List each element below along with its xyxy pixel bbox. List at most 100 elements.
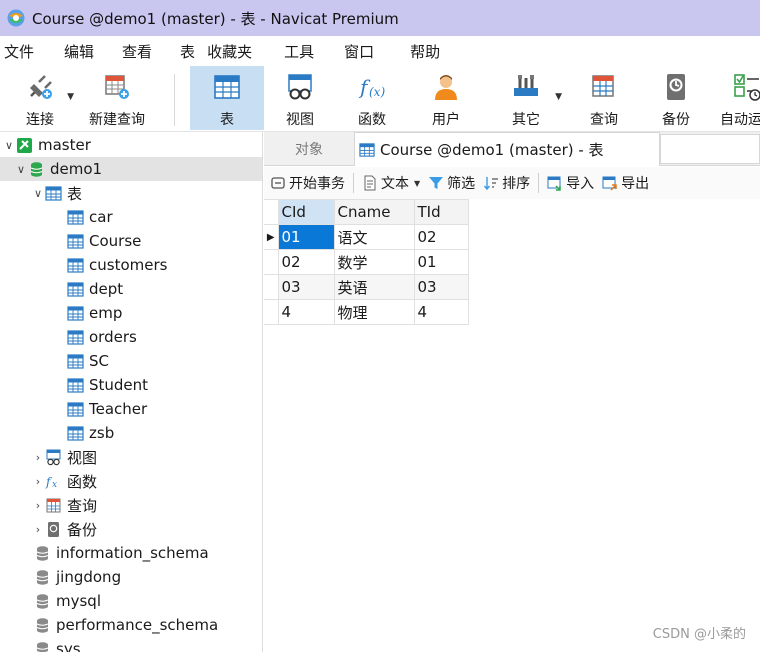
tree-group-functions[interactable]: › f x 函数 [0, 469, 262, 493]
chevron-down-icon[interactable]: ▼ [555, 92, 562, 102]
tree-table-customers[interactable]: customers [0, 253, 262, 277]
tree-group-queries[interactable]: › 查询 [0, 493, 262, 517]
grid-cell[interactable]: 4 [277, 299, 335, 325]
tree-table-zsb[interactable]: zsb [0, 421, 262, 445]
tree-group-backups[interactable]: › 备份 [0, 517, 262, 541]
table-label: 表 [220, 112, 234, 128]
database-icon [36, 593, 49, 609]
table-button[interactable]: 表 [190, 66, 264, 130]
tree-table-sc[interactable]: SC [0, 349, 262, 373]
grid-cell[interactable]: 数学 [333, 249, 415, 275]
connection-icon [17, 137, 32, 153]
chevron-right-icon[interactable]: › [31, 451, 45, 464]
grid-cell[interactable]: 02 [277, 249, 335, 275]
grid-cell[interactable]: 语文 [333, 224, 415, 250]
tree-table-dept[interactable]: dept [0, 277, 262, 301]
begin-transaction-button[interactable]: 开始事务 [264, 173, 351, 193]
grid-cell[interactable]: 英语 [333, 274, 415, 300]
grid-cell[interactable]: 02 [413, 224, 469, 250]
chevron-right-icon[interactable]: › [31, 499, 45, 512]
tree-table-student[interactable]: Student [0, 373, 262, 397]
filter-button[interactable]: 筛选 [426, 173, 481, 193]
tree-database-performance-schema[interactable]: performance_schema [0, 613, 262, 637]
backup-button[interactable]: 备份 [650, 66, 702, 130]
tree-label: 备份 [67, 520, 98, 539]
table-row[interactable]: 4 物理 4 [264, 299, 469, 325]
tree-database-information-schema[interactable]: information_schema [0, 541, 262, 565]
tree-group-views[interactable]: › 视图 [0, 445, 262, 469]
chevron-down-icon[interactable]: ∨ [2, 139, 16, 152]
filter-label: 筛选 [447, 176, 476, 192]
table-icon [67, 401, 84, 417]
user-label: 用户 [432, 112, 460, 128]
menu-table[interactable]: 表 [178, 41, 205, 62]
column-header-cid[interactable]: CId [277, 199, 335, 225]
menu-edit[interactable]: 编辑 [62, 41, 108, 62]
tree-label: Course [89, 232, 142, 250]
column-header-tid[interactable]: TId [413, 199, 469, 225]
grid-cell[interactable]: 01 [413, 249, 469, 275]
chevron-down-icon[interactable]: ▼ [414, 179, 420, 188]
tree-table-car[interactable]: car [0, 205, 262, 229]
import-button[interactable]: 导入 [541, 173, 600, 193]
menu-file[interactable]: 文件 [2, 41, 48, 62]
view-icon [46, 449, 61, 465]
table-icon [67, 281, 84, 297]
query-button[interactable]: 查询 [578, 66, 630, 130]
tree-database-sys[interactable]: sys [0, 637, 262, 652]
menu-tools[interactable]: 工具 [282, 41, 328, 62]
function-label: 函数 [358, 112, 386, 128]
chevron-down-icon[interactable]: ∨ [31, 187, 45, 200]
table-row[interactable]: ▶ 01 语文 02 [264, 224, 469, 250]
row-marker [264, 249, 279, 275]
other-button[interactable]: 其它 ▼ [500, 66, 562, 130]
tab-course-table[interactable]: Course @demo1 (master) - 表 [354, 132, 660, 166]
table-row[interactable]: 03 英语 03 [264, 274, 469, 300]
menu-favorites[interactable]: 收藏夹 [205, 41, 266, 62]
tab-search-box[interactable] [660, 134, 760, 164]
tree-table-course[interactable]: Course [0, 229, 262, 253]
database-icon [36, 617, 49, 633]
chevron-down-icon[interactable]: ▼ [67, 92, 74, 102]
filter-icon [429, 177, 444, 189]
view-button[interactable]: 视图 [274, 66, 326, 130]
user-button[interactable]: 用户 [420, 66, 472, 130]
export-icon [602, 176, 617, 191]
grid-cell[interactable]: 03 [413, 274, 469, 300]
tree-table-teacher[interactable]: Teacher [0, 397, 262, 421]
sort-button[interactable]: 排序 [481, 173, 536, 193]
menu-window[interactable]: 窗口 [342, 41, 388, 62]
connect-button[interactable]: 连接 ▼ [16, 66, 74, 130]
menu-help[interactable]: 帮助 [408, 41, 454, 62]
column-header-cname[interactable]: Cname [333, 199, 415, 225]
import-label: 导入 [566, 176, 595, 192]
grid-cell[interactable]: 01 [277, 224, 335, 250]
grid-cell[interactable]: 物理 [333, 299, 415, 325]
table-icon [67, 353, 84, 369]
menu-view[interactable]: 查看 [120, 41, 166, 62]
tree-label: SC [89, 352, 109, 370]
tree-database-mysql[interactable]: mysql [0, 589, 262, 613]
tree-database-jingdong[interactable]: jingdong [0, 565, 262, 589]
table-row[interactable]: 02 数学 01 [264, 249, 469, 275]
grid-cell[interactable]: 4 [413, 299, 469, 325]
function-button[interactable]: f (x) 函数 [346, 66, 398, 130]
automation-button[interactable]: 自动运 [716, 66, 760, 130]
text-button[interactable]: 文本 ▼ [356, 173, 426, 193]
tree-table-emp[interactable]: emp [0, 301, 262, 325]
chevron-right-icon[interactable]: › [31, 475, 45, 488]
chevron-down-icon[interactable]: ∨ [14, 163, 28, 176]
tree-group-tables[interactable]: ∨ 表 [0, 181, 262, 205]
tab-objects[interactable]: 对象 [264, 132, 354, 166]
new-query-button[interactable]: 新建查询 [84, 66, 150, 130]
tools-icon [514, 75, 538, 96]
export-button[interactable]: 导出 [600, 173, 655, 193]
tree-table-orders[interactable]: orders [0, 325, 262, 349]
chevron-right-icon[interactable]: › [31, 523, 45, 536]
tree-connection-master[interactable]: ∨ master [0, 133, 262, 157]
current-row-marker-icon: ▶ [264, 224, 279, 250]
tree-database-demo1[interactable]: ∨ demo1 [0, 157, 262, 181]
table-icon [67, 377, 84, 393]
tree-label: Student [89, 376, 149, 394]
grid-cell[interactable]: 03 [277, 274, 335, 300]
